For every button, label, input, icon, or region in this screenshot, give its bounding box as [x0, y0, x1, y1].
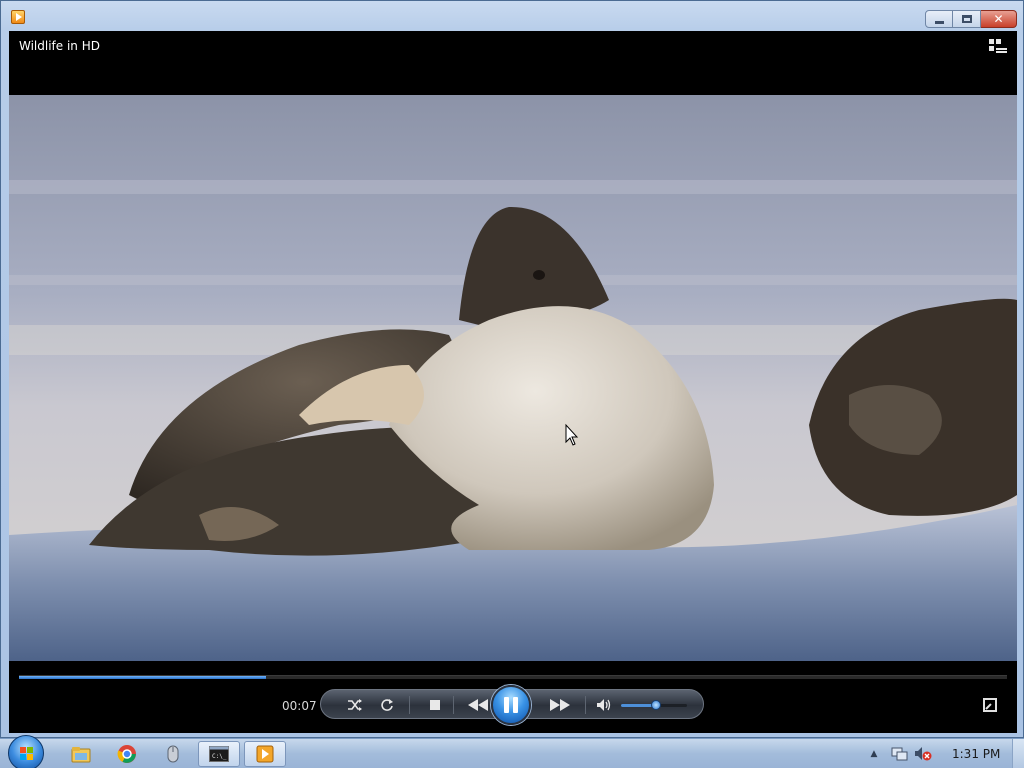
- window-controls: ✕: [925, 10, 1017, 28]
- elapsed-time: 00:07: [282, 699, 317, 713]
- taskbar-explorer[interactable]: [60, 741, 102, 767]
- title-bar[interactable]: ✕: [1, 1, 1023, 31]
- taskbar-cmd[interactable]: C:\_: [198, 741, 240, 767]
- chrome-icon: [117, 745, 136, 763]
- switch-to-library-button[interactable]: [989, 39, 1007, 55]
- show-hidden-icons-button[interactable]: ▲: [866, 741, 882, 767]
- next-button[interactable]: [543, 690, 577, 720]
- shuffle-icon: [348, 699, 362, 711]
- taskbar-mouse[interactable]: [152, 741, 194, 767]
- mouse-icon: [167, 745, 179, 763]
- minimize-button[interactable]: [925, 10, 953, 28]
- volume-thumb[interactable]: [650, 700, 661, 710]
- seek-progress: [19, 676, 266, 679]
- mute-button[interactable]: [593, 690, 615, 720]
- maximize-icon: [961, 15, 972, 23]
- show-desktop-button[interactable]: [1012, 739, 1024, 768]
- previous-icon: [468, 699, 488, 711]
- network-icon: [891, 747, 908, 761]
- svg-text:C:\_: C:\_: [212, 753, 227, 760]
- start-button[interactable]: [8, 735, 44, 768]
- repeat-icon: [381, 699, 393, 711]
- close-icon: ✕: [993, 12, 1004, 26]
- volume-tray[interactable]: [912, 741, 934, 767]
- seek-bar[interactable]: [19, 675, 1007, 679]
- explorer-icon: [71, 747, 91, 763]
- media-player-icon: [11, 10, 25, 24]
- repeat-button[interactable]: [375, 690, 399, 720]
- volume-icon: [597, 699, 611, 711]
- volume-muted-icon: [915, 747, 932, 761]
- show-hidden-icons: ▲: [870, 749, 878, 759]
- volume-slider[interactable]: [621, 700, 687, 710]
- video-image: [9, 95, 1017, 661]
- cmd-icon: C:\_: [209, 746, 229, 762]
- pause-button[interactable]: [491, 685, 531, 725]
- taskbar-chrome[interactable]: [106, 741, 148, 767]
- previous-button[interactable]: [461, 690, 495, 720]
- close-button[interactable]: ✕: [981, 10, 1017, 28]
- now-playing-title: Wildlife in HD: [19, 39, 100, 53]
- next-icon: [550, 699, 570, 711]
- shuffle-button[interactable]: [343, 690, 367, 720]
- stop-icon: [430, 700, 440, 710]
- fullscreen-button[interactable]: [983, 698, 997, 712]
- stop-button[interactable]: [423, 690, 447, 720]
- system-clock[interactable]: 1:31 PM: [952, 747, 1000, 761]
- taskbar: C:\_ ▲ 1:31 PM: [0, 735, 1024, 768]
- media-player-window: ✕ Wildlife in HD 00:07: [0, 0, 1024, 738]
- video-frame[interactable]: [9, 95, 1017, 661]
- taskbar-media-player[interactable]: [244, 741, 286, 767]
- maximize-button[interactable]: [953, 10, 981, 28]
- player-area[interactable]: Wildlife in HD 00:07: [9, 31, 1017, 733]
- media-player-icon: [256, 745, 274, 763]
- minimize-icon: [934, 20, 944, 24]
- start-orb-icon: [20, 747, 34, 761]
- network-tray[interactable]: [888, 741, 910, 767]
- pause-icon: [502, 697, 520, 713]
